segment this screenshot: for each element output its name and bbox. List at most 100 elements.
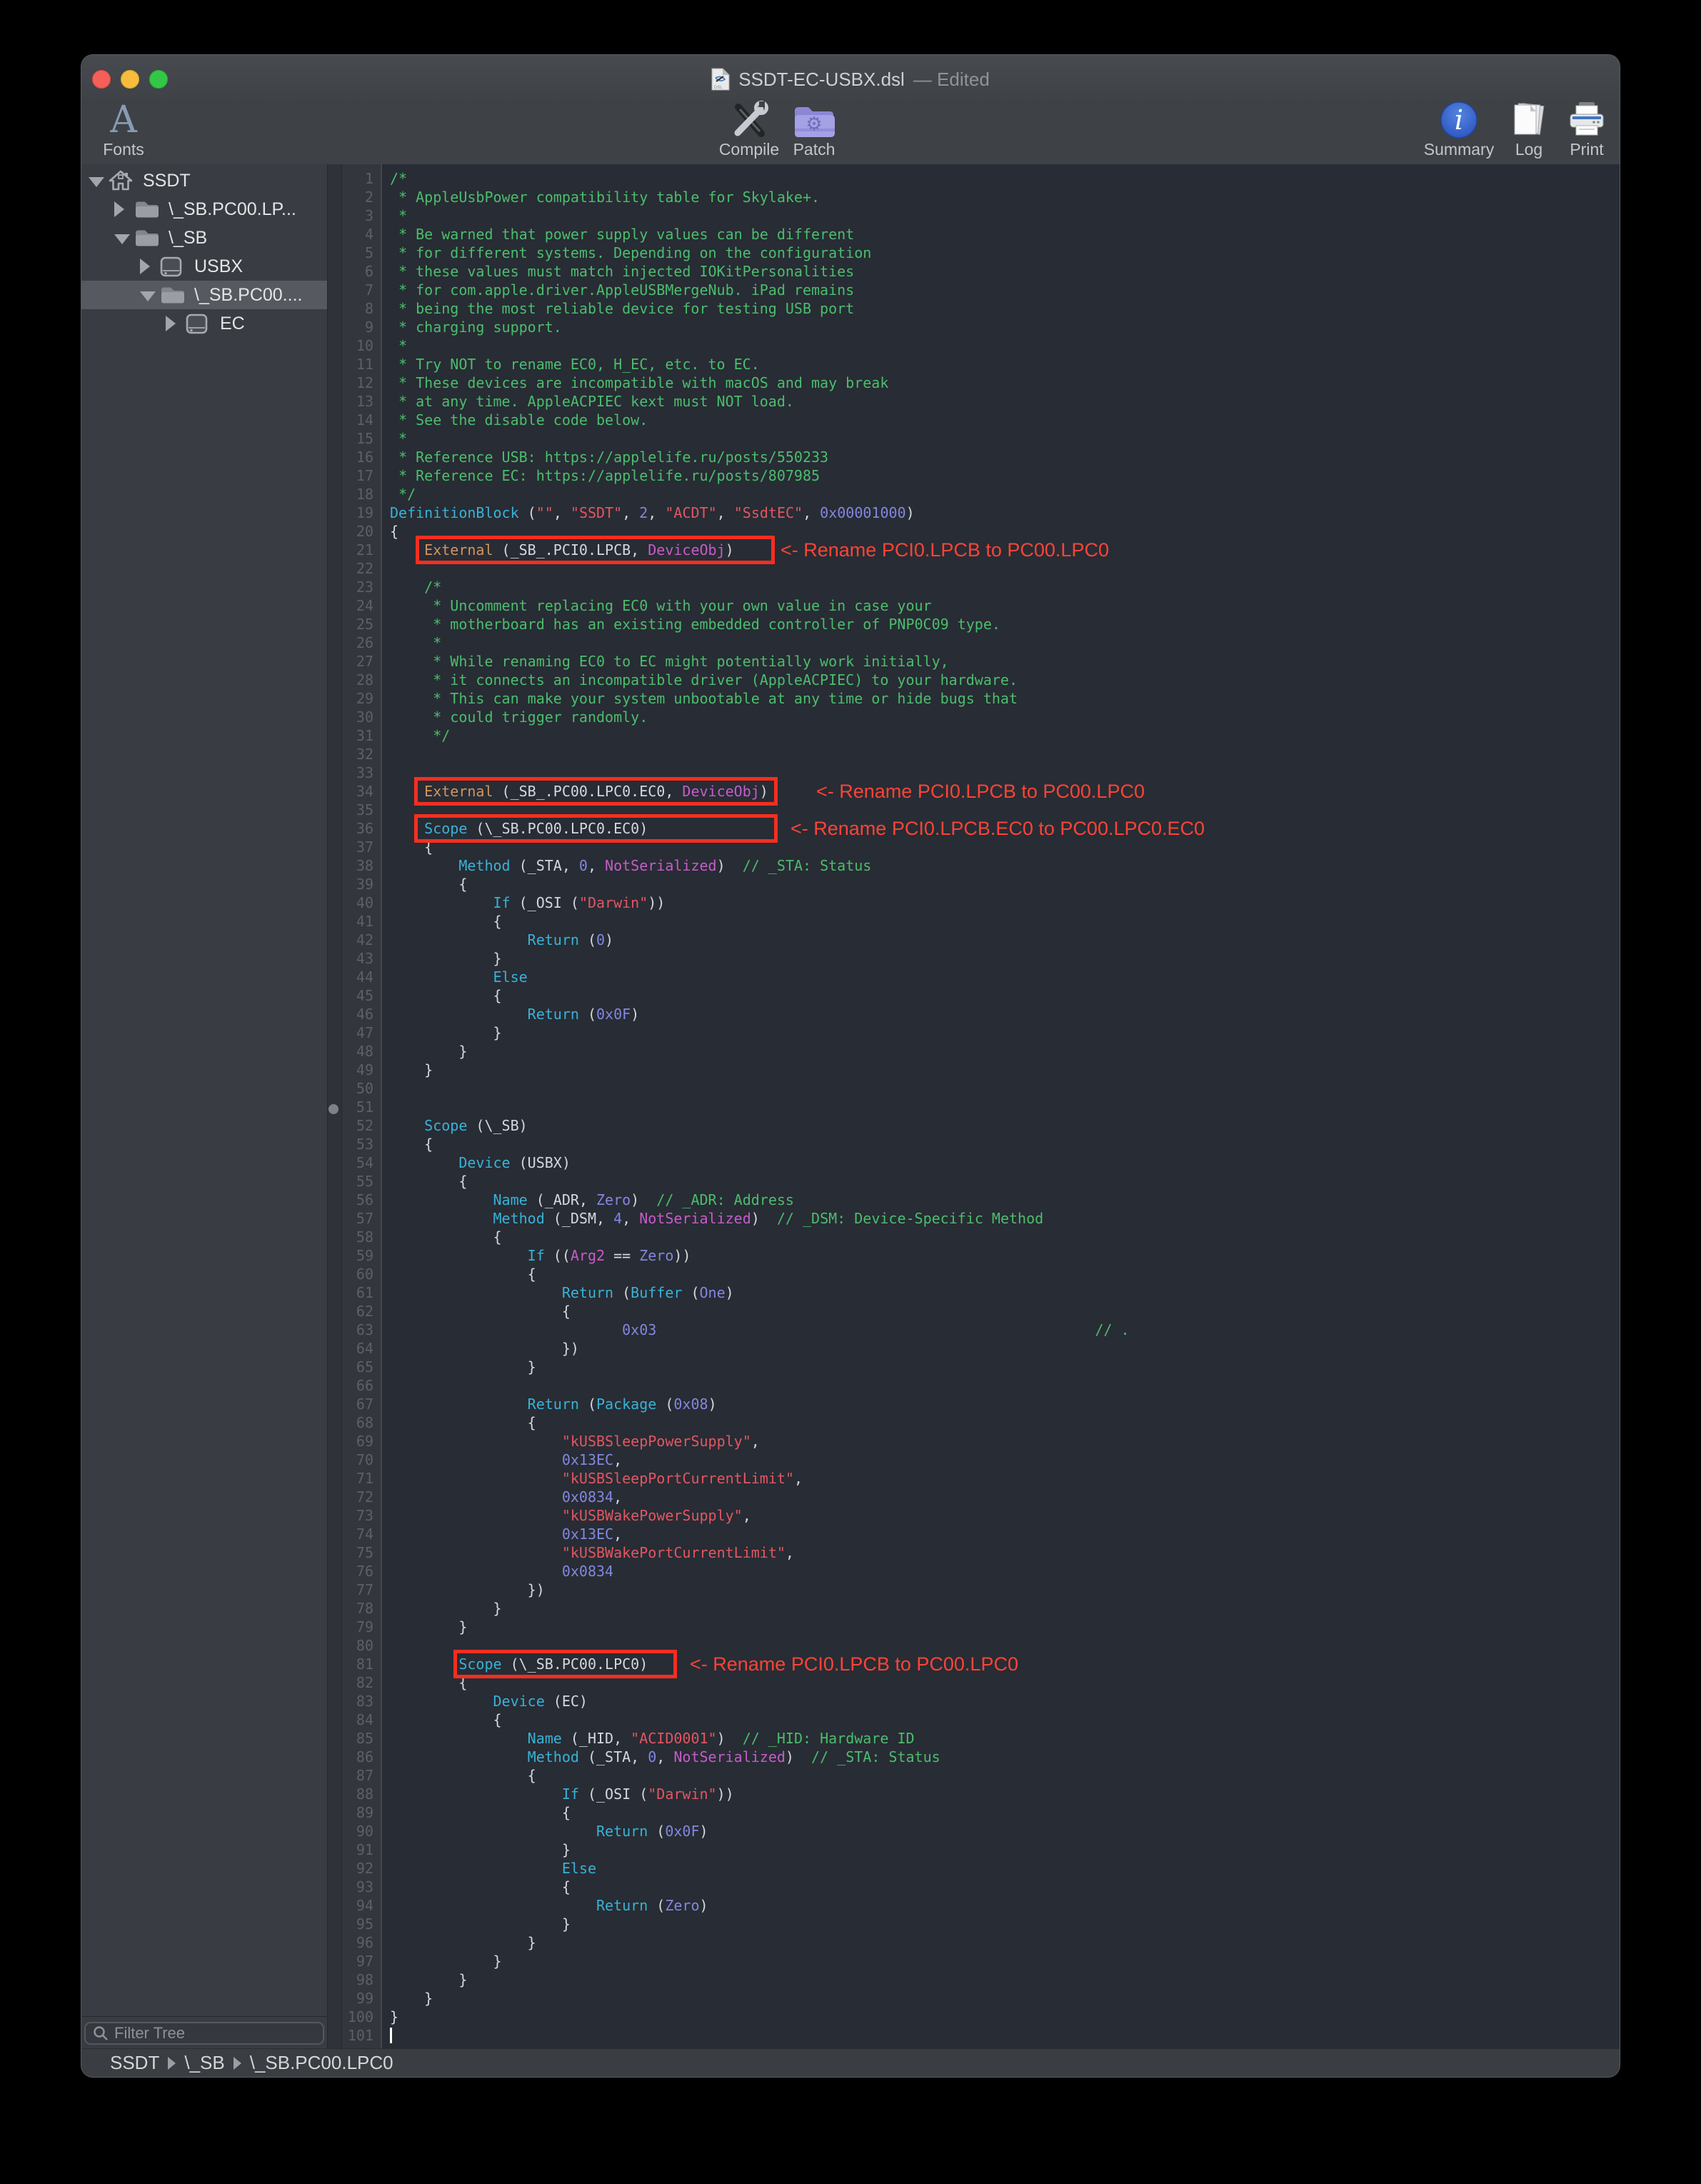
code-text: Method (_STA, 0, NotSerialized) // _STA:… [381,856,871,875]
close-button[interactable] [92,70,111,89]
code-text: } [381,1915,571,1933]
code-line: 14 * See the disable code below. [328,411,1620,429]
code-text: { [381,1135,433,1153]
chevron-down-icon[interactable] [140,291,156,301]
code-line: 26 * [328,633,1620,652]
code-text: } [381,1952,502,1970]
code-line: 63 0x03 // . [328,1321,1620,1339]
code-line: 79 } [328,1618,1620,1636]
chevron-right-icon[interactable] [140,259,150,274]
sidebar-item-label: EC [220,314,245,334]
summary-button-label: Summary [1424,140,1494,159]
compile-button[interactable]: Compile [710,108,788,159]
line-number: 41 [328,912,381,931]
code-line: 22 [328,559,1620,578]
summary-button[interactable]: iSummary [1420,108,1498,159]
line-number: 60 [328,1265,381,1283]
code-text: } [381,1618,467,1636]
code-line: 66 [328,1376,1620,1395]
line-number: 81 [328,1655,381,1673]
chevron-down-icon[interactable] [89,177,104,187]
code-text: { [381,1265,536,1283]
sidebar-item-ssdt[interactable]: SSDT [81,166,327,195]
acpi-tree: SSDT \_SB.PC00.LP... \_SB USBX\_SB.PC00....… [81,166,327,338]
chevron-right-icon[interactable] [166,316,176,331]
code-text: If ((Arg2 == Zero)) [381,1246,691,1265]
code-text: * [381,429,407,448]
sidebar-item-usbx[interactable]: USBX [81,252,327,281]
line-number: 63 [328,1321,381,1339]
filter-tree-input[interactable] [113,2023,308,2043]
code-text: Name (_HID, "ACID0001") // _HID: Hardwar… [381,1729,915,1748]
pages-icon [1509,101,1549,139]
sidebar-item-label: \_SB [169,228,207,249]
line-number: 7 [328,281,381,299]
code-text: * for com.apple.driver.AppleUSBMergeNub.… [381,281,854,299]
title-bar[interactable]: DSL SSDT-EC-USBX.dsl — Edited [81,55,1620,104]
code-text: { [381,912,502,931]
sidebar-item-sbpc00[interactable]: \_SB.PC00.... [81,281,327,309]
minimize-button[interactable] [121,70,139,89]
code-line: 65 } [328,1358,1620,1376]
code-line: 76 0x0834 [328,1562,1620,1581]
code-line: 46 Return (0x0F) [328,1005,1620,1023]
code-line: 9 * charging support. [328,318,1620,336]
search-icon [93,2025,109,2041]
line-number: 32 [328,745,381,763]
code-text: } [381,1358,536,1376]
chevron-right-icon[interactable] [114,201,124,217]
line-number: 85 [328,1729,381,1748]
sidebar-item-label: SSDT [143,171,191,191]
code-text: * charging support. [381,318,562,336]
line-number: 48 [328,1042,381,1061]
code-editor[interactable]: 1/*2 * AppleUsbPower compatibility table… [328,164,1620,2048]
line-number: 15 [328,429,381,448]
sidebar-item-ec[interactable]: EC [81,309,327,338]
filter-tree-box[interactable] [84,2022,324,2045]
line-number: 45 [328,986,381,1005]
zoom-button[interactable] [149,70,168,89]
breadcrumb-item: SSDT [110,2052,159,2074]
code-text: 0x03 // . [381,1321,1130,1339]
code-line: 38 Method (_STA, 0, NotSerialized) // _S… [328,856,1620,875]
code-line: 69 "kUSBSleepPowerSupply", [328,1432,1620,1451]
code-line: 8 * being the most reliable device for t… [328,299,1620,318]
patch-button[interactable]: ⚙Patch [778,108,850,159]
fonts-button[interactable]: AFonts [91,108,156,159]
code-text: If (_OSI ("Darwin")) [381,893,665,912]
code-line: 54 Device (USBX) [328,1153,1620,1172]
code-text: { [381,1710,502,1729]
line-number: 40 [328,893,381,912]
code-line: 90 Return (0x0F) [328,1822,1620,1840]
code-text: { [381,1172,467,1191]
svg-text:DSL: DSL [714,86,723,90]
line-number: 65 [328,1358,381,1376]
code-text [381,763,390,782]
line-number: 34 [328,782,381,801]
sidebar-item-label: \_SB.PC00.LP... [169,199,296,220]
code-line: 62 { [328,1302,1620,1321]
print-button[interactable]: Print [1551,108,1622,159]
code-line: 78 } [328,1599,1620,1618]
code-line: 67 Return (Package (0x08) [328,1395,1620,1413]
line-number: 98 [328,1970,381,1989]
code-line: 43 } [328,949,1620,968]
chevron-down-icon[interactable] [114,234,130,244]
code-text [381,745,390,763]
code-text: * could trigger randomly. [381,708,648,726]
code-text: 0x13EC, [381,1525,622,1543]
line-number: 87 [328,1766,381,1785]
code-line: 34 External (_SB_.PC00.LPC0.EC0, DeviceO… [328,782,1620,801]
code-line: 56 Name (_ADR, Zero) // _ADR: Address [328,1191,1620,1209]
line-number: 78 [328,1599,381,1618]
sidebar-item-sbpc00lp[interactable]: \_SB.PC00.LP... [81,195,327,224]
code-text: Return (0x0F) [381,1005,639,1023]
code-line: 42 Return (0) [328,931,1620,949]
sidebar-item-sb[interactable]: \_SB [81,224,327,252]
line-number: 29 [328,689,381,708]
code-line: 84 { [328,1710,1620,1729]
code-text: Return (Zero) [381,1896,708,1915]
code-text: } [381,2008,398,2026]
code-text: * motherboard has an existing embedded c… [381,615,1000,633]
code-text: * [381,336,407,355]
